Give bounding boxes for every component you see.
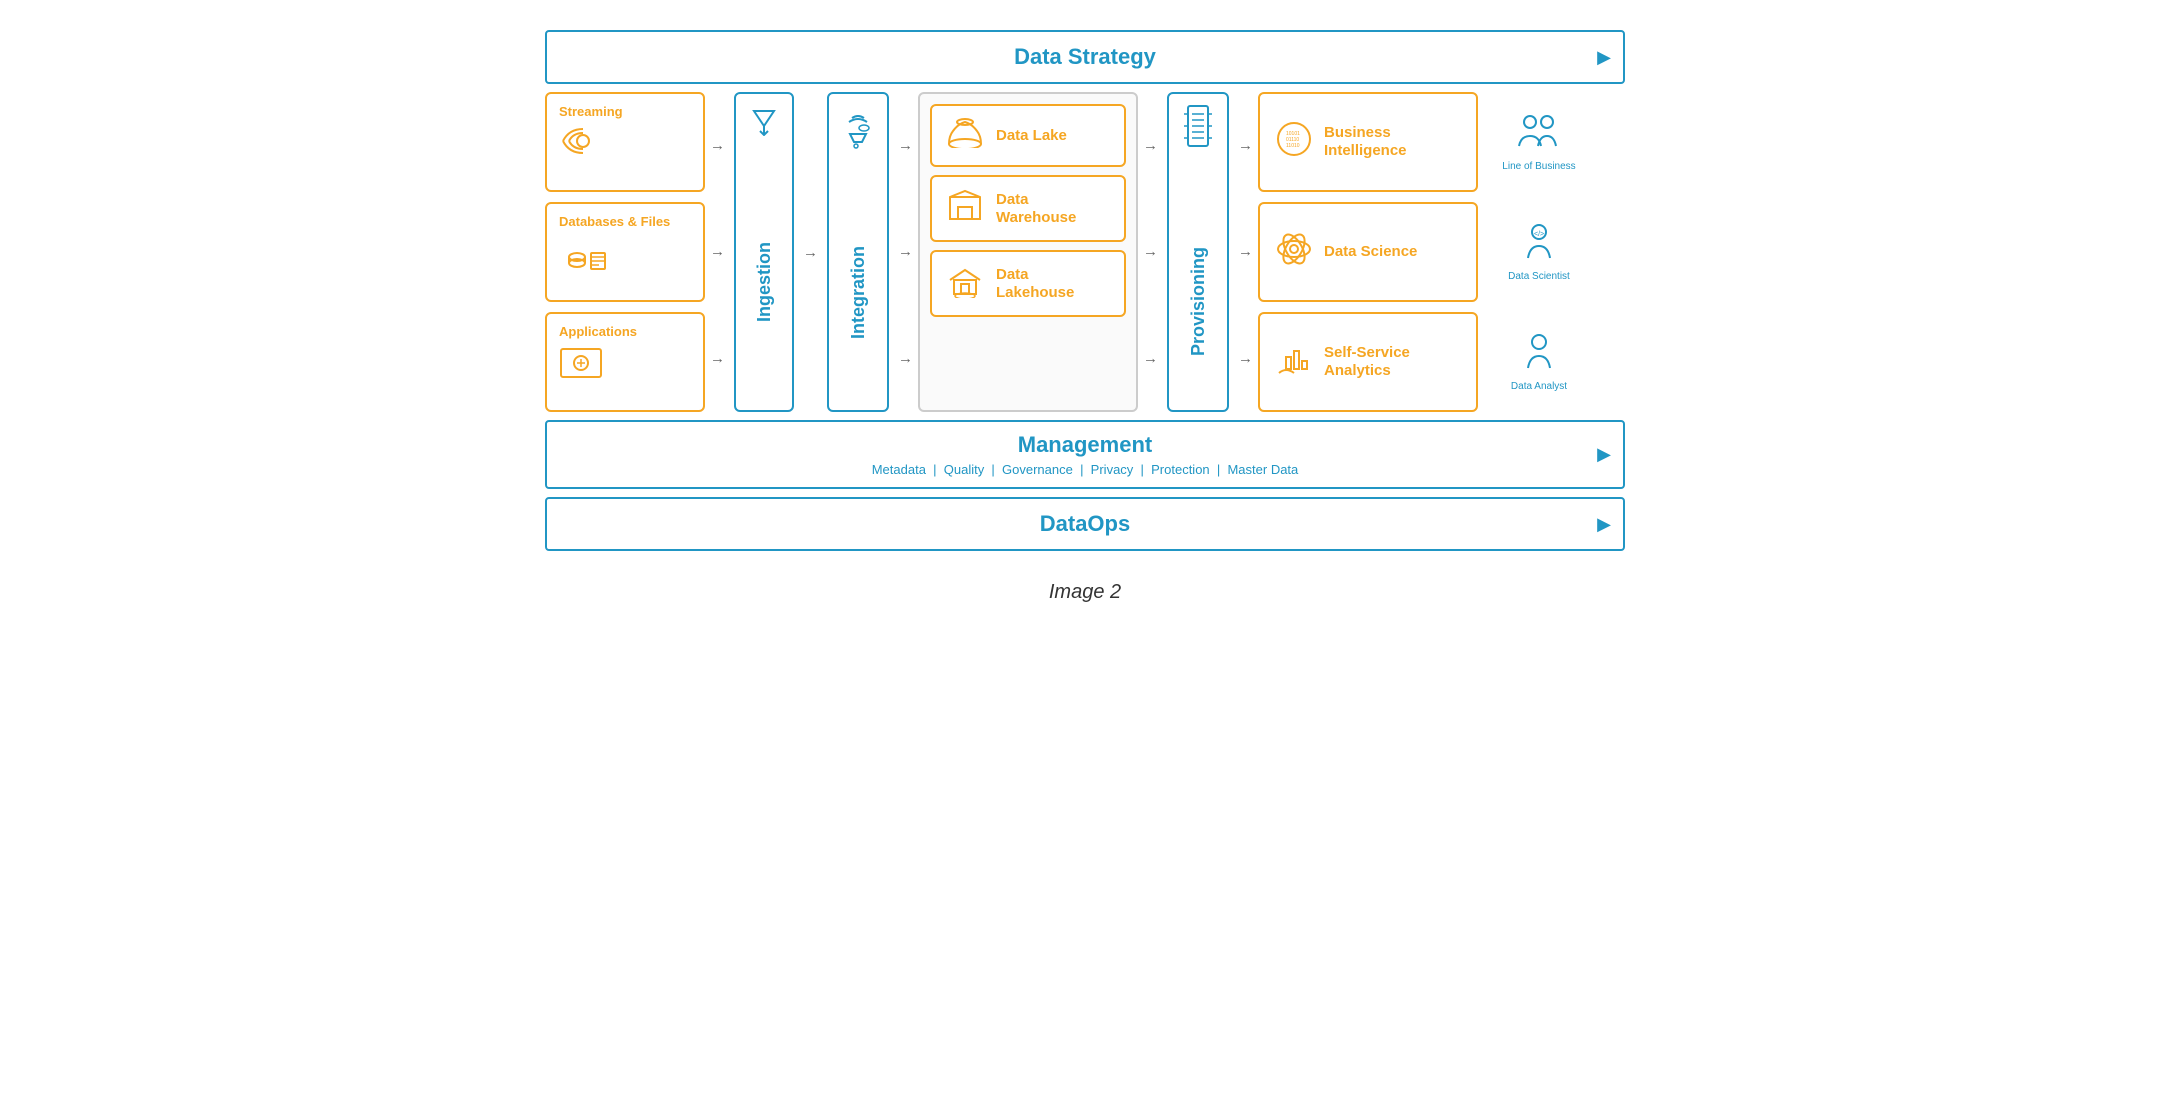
- ingestion-label: Ingestion: [754, 242, 775, 322]
- management-banner: Management Metadata | Quality | Governan…: [545, 420, 1625, 489]
- applications-icon: [559, 345, 603, 388]
- arrow-to-lakehouse: →: [898, 350, 913, 367]
- sources-column: Streaming Databases & Files: [545, 92, 705, 412]
- outputs-and-personas: 10101 01110 11010 Business Intelligence: [1258, 92, 1584, 412]
- lob-label: Line of Business: [1502, 161, 1575, 173]
- arrow-to-integration: →: [803, 244, 818, 261]
- svg-text:</>: </>: [1534, 231, 1544, 238]
- databases-box: Databases & Files: [545, 202, 705, 302]
- data-warehouse-icon: [946, 187, 984, 230]
- data-warehouse-box: Data Warehouse: [930, 175, 1126, 242]
- data-lakehouse-icon: [946, 262, 984, 305]
- integration-box: Integration: [827, 92, 889, 412]
- strategy-title: Data Strategy: [1014, 44, 1156, 70]
- data-lakehouse-box: Data Lakehouse: [930, 250, 1126, 317]
- bi-label: Business Intelligence: [1324, 124, 1462, 160]
- dataops-title: DataOps: [1040, 511, 1130, 537]
- storage-arrows: → → →: [1138, 92, 1163, 412]
- arrow-applications: →: [710, 350, 725, 367]
- lob-persona: Line of Business: [1494, 112, 1584, 173]
- arrow-lh-to-prov: →: [1143, 350, 1158, 367]
- ingestion-arrow: →: [798, 92, 823, 412]
- data-science-icon: [1274, 229, 1314, 276]
- analyst-label: Data Analyst: [1511, 381, 1567, 393]
- svg-text:11010: 11010: [1286, 143, 1300, 149]
- management-items: Metadata | Quality | Governance | Privac…: [872, 462, 1299, 477]
- scientist-persona: </> Data Scientist: [1494, 222, 1584, 283]
- bi-icon: 10101 01110 11010: [1274, 119, 1314, 166]
- arrow-to-lake: →: [898, 137, 913, 154]
- dataops-banner: DataOps: [545, 497, 1625, 551]
- arrow-prov-analytics: →: [1238, 350, 1253, 367]
- lob-icon: [1514, 112, 1564, 157]
- storage-group: Data Lake Data Warehouse: [918, 92, 1138, 412]
- data-lake-label: Data Lake: [996, 127, 1067, 145]
- main-architecture-row: Streaming Databases & Files: [545, 92, 1625, 412]
- scientist-icon: </>: [1524, 222, 1554, 267]
- integration-label: Integration: [848, 246, 869, 339]
- data-lake-box: Data Lake: [930, 104, 1126, 167]
- streaming-box: Streaming: [545, 92, 705, 192]
- data-warehouse-label: Data Warehouse: [996, 191, 1110, 227]
- streaming-label: Streaming: [559, 104, 623, 119]
- management-title: Management: [1018, 432, 1152, 458]
- applications-label: Applications: [559, 324, 637, 339]
- analytics-icon: [1274, 339, 1314, 386]
- arrow-wh-to-prov: →: [1143, 243, 1158, 260]
- provisioning-label: Provisioning: [1188, 247, 1209, 356]
- scientist-label: Data Scientist: [1508, 271, 1570, 283]
- databases-label: Databases & Files: [559, 214, 670, 229]
- arrow-databases: →: [710, 243, 725, 260]
- image-caption: Image 2: [1049, 581, 1121, 604]
- analyst-persona: Data Analyst: [1494, 332, 1584, 393]
- data-science-label: Data Science: [1324, 243, 1417, 261]
- applications-box: Applications: [545, 312, 705, 412]
- arrow-prov-science: →: [1238, 243, 1253, 260]
- source-arrows: → → →: [705, 92, 730, 412]
- streaming-icon: [559, 125, 607, 164]
- prov-arrows: → → →: [1233, 92, 1258, 412]
- analyst-icon: [1524, 332, 1554, 377]
- arrow-streaming: →: [710, 137, 725, 154]
- outputs-column: 10101 01110 11010 Business Intelligence: [1258, 92, 1478, 412]
- provisioning-box: Provisioning: [1167, 92, 1229, 412]
- arrow-prov-bi: →: [1238, 137, 1253, 154]
- bi-box: 10101 01110 11010 Business Intelligence: [1258, 92, 1478, 192]
- data-lake-icon: [946, 116, 984, 155]
- personas-column: Line of Business </> Data Scientist: [1494, 92, 1584, 412]
- integration-arrows: → → →: [893, 92, 918, 412]
- analytics-box: Self-Service Analytics: [1258, 312, 1478, 412]
- diagram-wrapper: Data Strategy Streaming: [545, 30, 1625, 551]
- data-lakehouse-label: Data Lakehouse: [996, 266, 1110, 302]
- strategy-banner: Data Strategy: [545, 30, 1625, 84]
- data-science-box: Data Science: [1258, 202, 1478, 302]
- databases-icon: [559, 235, 611, 278]
- analytics-label: Self-Service Analytics: [1324, 344, 1462, 380]
- arrow-lake-to-prov: →: [1143, 137, 1158, 154]
- arrow-to-warehouse: →: [898, 243, 913, 260]
- ingestion-box: Ingestion: [734, 92, 794, 412]
